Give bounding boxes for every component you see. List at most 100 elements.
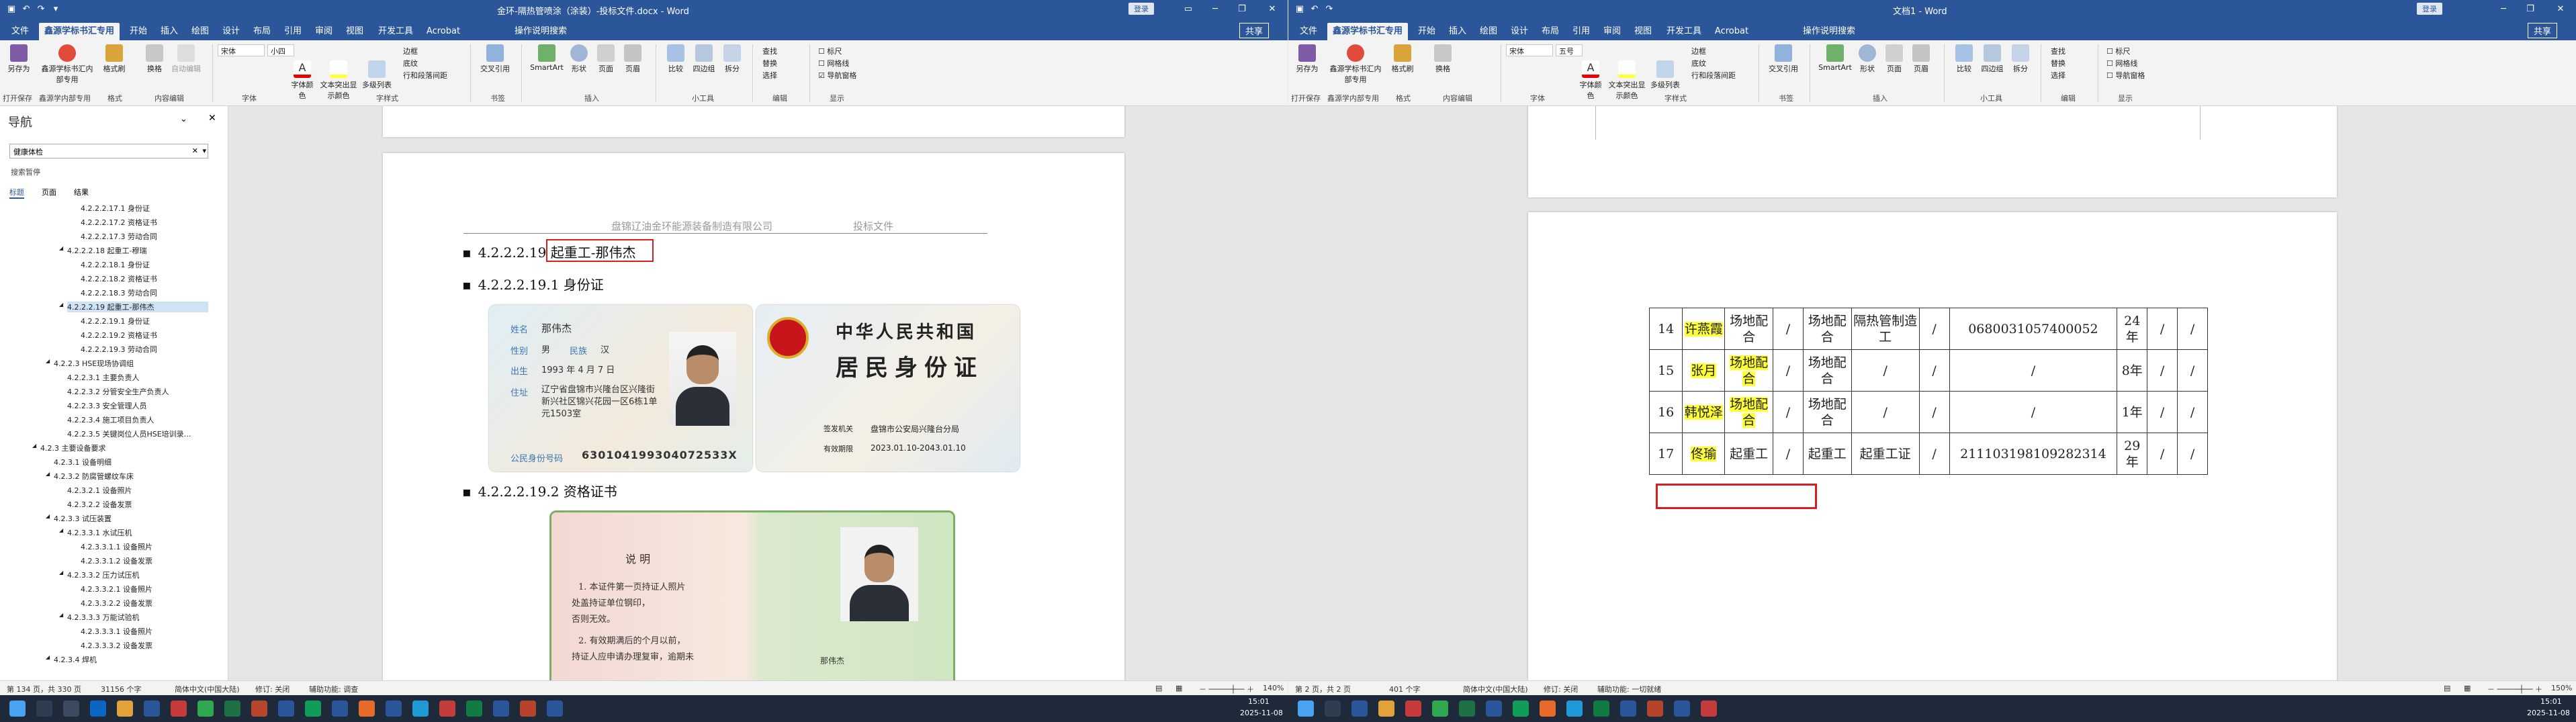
- app-icon[interactable]: [1566, 701, 1583, 717]
- app-icon[interactable]: [359, 701, 375, 717]
- tab-review[interactable]: 审阅: [1599, 23, 1626, 40]
- nav-heading-item[interactable]: 4.2.3 主要设备要求: [40, 443, 106, 453]
- app-icon[interactable]: [520, 701, 536, 717]
- nav-heading-item[interactable]: 4.2.2.3.2 分管安全生产负责人: [67, 386, 169, 397]
- table-cell[interactable]: 韩悦泽: [1682, 391, 1726, 433]
- app-icon[interactable]: [305, 701, 321, 717]
- redo-icon[interactable]: ↷: [1323, 3, 1335, 15]
- table-cell[interactable]: /: [1918, 391, 1950, 433]
- nav-heading-item[interactable]: 4.2.2.2.18.3 劳动合同: [81, 287, 157, 298]
- font-size-select[interactable]: 五号: [1556, 44, 1583, 56]
- table-cell[interactable]: 场地配合: [1724, 349, 1773, 392]
- app-icon[interactable]: [171, 701, 187, 717]
- app-icon[interactable]: [1459, 701, 1475, 717]
- save-icon[interactable]: ▣: [5, 3, 17, 15]
- page-button[interactable]: 页面: [1882, 44, 1906, 74]
- app-icon[interactable]: [332, 701, 348, 717]
- app-icon[interactable]: [1593, 701, 1609, 717]
- status-track[interactable]: 修订: 关闭: [1544, 684, 1578, 694]
- change-button[interactable]: 换格: [1429, 44, 1456, 74]
- auto-edit-button[interactable]: 自动编辑: [169, 44, 203, 74]
- nav-heading-item[interactable]: 4.2.2.2.19.3 劳动合同: [81, 344, 157, 355]
- table-cell[interactable]: 14: [1648, 308, 1683, 350]
- nav-heading-item[interactable]: 4.2.3.3.1.1 设备照片: [81, 541, 152, 552]
- smartart-button[interactable]: SmartArt: [1818, 44, 1853, 72]
- app-icon[interactable]: [1378, 701, 1394, 717]
- tab-acrobat[interactable]: Acrobat: [423, 23, 463, 40]
- table-cell[interactable]: /: [1949, 391, 2118, 433]
- nav-heading-item[interactable]: 4.2.3.3.1.2 设备发票: [81, 555, 152, 566]
- table-cell[interactable]: 211103198109282314: [1949, 433, 2118, 475]
- app-icon[interactable]: [197, 701, 214, 717]
- page-button[interactable]: 页面: [594, 44, 618, 74]
- table-cell[interactable]: 起重工证: [1851, 433, 1920, 475]
- table-cell[interactable]: /: [1918, 308, 1950, 350]
- app-icon[interactable]: [1701, 701, 1717, 717]
- table-cell[interactable]: /: [1773, 308, 1804, 350]
- font-size-select[interactable]: 小四: [267, 44, 294, 56]
- split-button[interactable]: 拆分: [2008, 44, 2033, 74]
- table-cell[interactable]: /: [1851, 349, 1920, 392]
- tab-draw[interactable]: 绘图: [187, 23, 214, 40]
- app-icon[interactable]: [466, 701, 482, 717]
- replace-button[interactable]: 替换: [762, 58, 777, 69]
- tell-me-search[interactable]: 操作说明搜索: [504, 23, 578, 40]
- status-words[interactable]: 31156 个字: [101, 684, 142, 694]
- table-cell[interactable]: /: [2147, 391, 2178, 433]
- app-icon[interactable]: [1486, 701, 1502, 717]
- table-cell[interactable]: 场地配合: [1802, 349, 1852, 392]
- app-icon[interactable]: [90, 701, 106, 717]
- xyx-button[interactable]: 鑫源学标书汇内部专用: [40, 44, 94, 85]
- collapse-triangle-icon[interactable]: ◢: [59, 612, 63, 618]
- zoom-slider[interactable]: － ─────┼── ＋: [1199, 684, 1254, 694]
- change-button[interactable]: 换格: [141, 44, 168, 74]
- status-language[interactable]: 简体中文(中国大陆): [175, 684, 240, 694]
- tab-developer[interactable]: 开发工具: [372, 23, 419, 40]
- table-cell[interactable]: 8年: [2117, 349, 2148, 392]
- table-cell[interactable]: /: [2177, 349, 2208, 392]
- nav-heading-item[interactable]: 4.2.2.2.17.1 身份证: [81, 203, 150, 214]
- four-side-button[interactable]: 四边组: [1979, 44, 2006, 74]
- status-accessibility[interactable]: 辅助功能: 一切就绪: [1597, 684, 1661, 694]
- tab-references[interactable]: 引用: [1568, 23, 1595, 40]
- tab-home[interactable]: 开始: [125, 23, 152, 40]
- taskview-icon[interactable]: [63, 701, 79, 717]
- status-language[interactable]: 简体中文(中国大陆): [1463, 684, 1528, 694]
- navpane-checkbox[interactable]: ☑ 导航窗格: [818, 70, 856, 81]
- taskbar-date[interactable]: 2025-11-08: [2527, 709, 2570, 717]
- table-cell[interactable]: 24年: [2117, 308, 2148, 350]
- nav-heading-item[interactable]: 4.2.3.3.2 压力试压机: [67, 570, 139, 580]
- table-cell[interactable]: 佟瑜: [1682, 433, 1726, 475]
- shape-button[interactable]: 形状: [1855, 44, 1879, 74]
- app-icon[interactable]: [1513, 701, 1529, 717]
- nav-heading-item[interactable]: 4.2.2.3.1 主要负责人: [67, 372, 139, 383]
- app-icon[interactable]: [493, 701, 509, 717]
- collapse-triangle-icon[interactable]: ◢: [46, 471, 50, 477]
- tab-xyx[interactable]: 鑫源学标书汇专用: [39, 23, 120, 40]
- nav-heading-item[interactable]: 4.2.3.3.2.2 设备发票: [81, 598, 152, 608]
- cross-reference-button[interactable]: 交叉引用: [478, 44, 512, 74]
- table-cell[interactable]: 许燕霞: [1682, 308, 1726, 350]
- table-cell[interactable]: /: [2147, 308, 2178, 350]
- save-as-button[interactable]: 另存为: [1294, 44, 1321, 74]
- table-cell[interactable]: /: [2177, 308, 2208, 350]
- nav-heading-item[interactable]: 4.2.2.3.3 安全管理人员: [67, 400, 146, 411]
- find-button[interactable]: 查找: [762, 46, 777, 56]
- nav-tab-pages[interactable]: 页面: [42, 187, 56, 197]
- nav-heading-item[interactable]: 4.2.3.2 防腐管螺纹车床: [54, 471, 134, 482]
- table-cell[interactable]: 0680031057400052: [1949, 308, 2118, 350]
- app-icon[interactable]: [1298, 701, 1314, 717]
- nav-heading-item[interactable]: 4.2.3.3.3 万能试验机: [67, 612, 139, 623]
- status-words[interactable]: 401 个字: [1389, 684, 1421, 694]
- table-cell[interactable]: 29年: [2117, 433, 2148, 475]
- minimize-icon[interactable]: ─: [2497, 3, 2510, 15]
- nav-options-icon[interactable]: ⌄: [180, 114, 187, 124]
- select-button[interactable]: 选择: [762, 70, 777, 81]
- shading-button[interactable]: 底纹: [1691, 58, 1706, 69]
- app-icon[interactable]: [1647, 701, 1663, 717]
- table-cell[interactable]: 起重工: [1802, 433, 1852, 475]
- table-cell[interactable]: 1年: [2117, 391, 2148, 433]
- taskbar-time[interactable]: 15:01: [2540, 697, 2562, 706]
- app-icon[interactable]: [278, 701, 294, 717]
- restore-icon[interactable]: ❐: [1236, 3, 1248, 15]
